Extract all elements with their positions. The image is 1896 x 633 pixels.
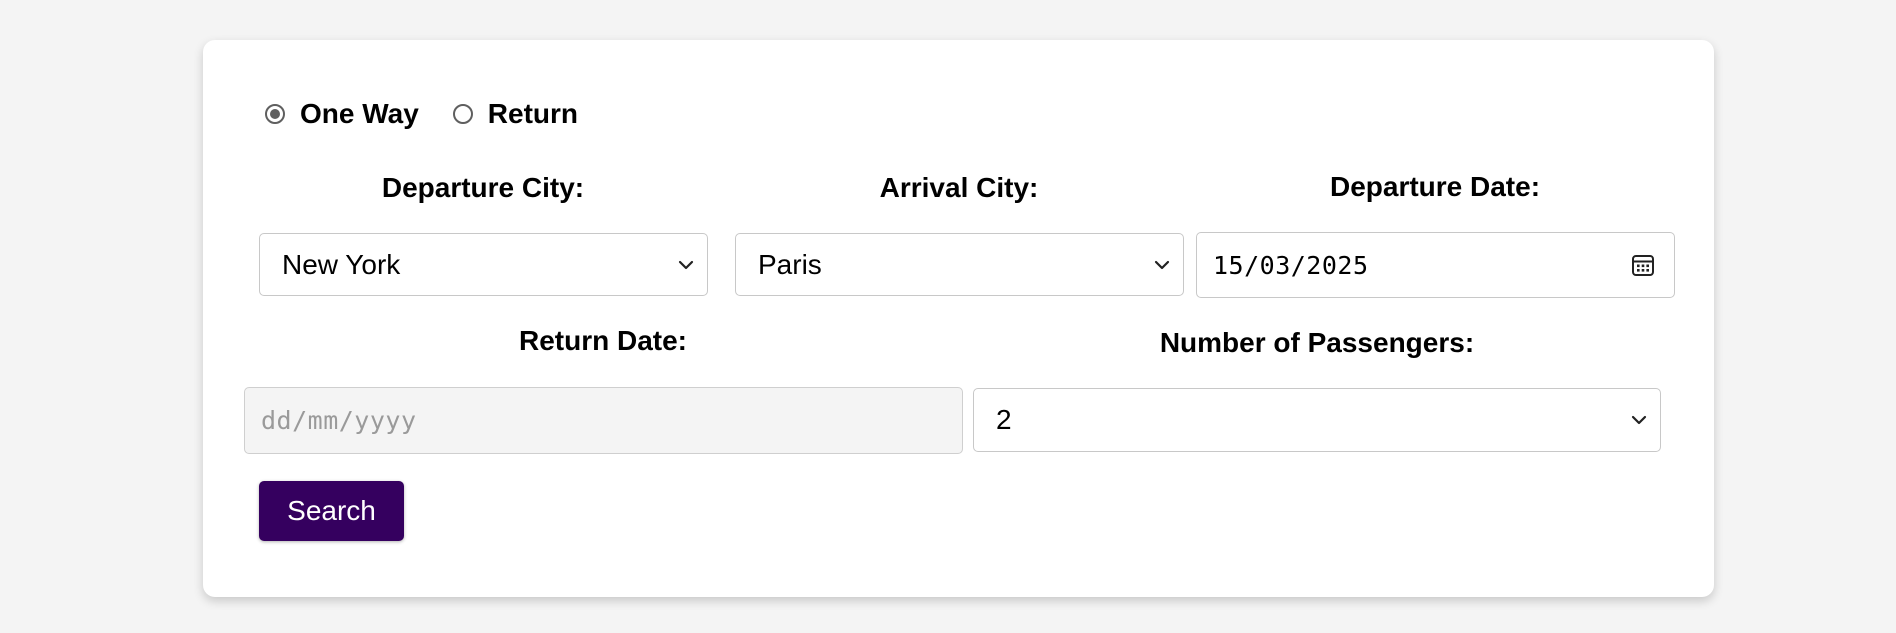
search-button[interactable]: Search	[259, 481, 404, 541]
departure-date-label: Departure Date:	[1329, 171, 1541, 202]
return-radio-option[interactable]: Return	[452, 98, 578, 130]
return-date-input[interactable]: dd/mm/yyyy	[244, 387, 963, 454]
return-label[interactable]: Return	[488, 98, 578, 130]
one-way-radio-option[interactable]: One Way	[265, 98, 419, 130]
return-date-placeholder: dd/mm/yyyy	[261, 406, 417, 435]
passengers-select[interactable]: 2	[973, 388, 1661, 452]
arrival-city-value: Paris	[758, 248, 822, 280]
trip-type-group: One Way Return	[265, 98, 612, 130]
departure-city-value: New York	[282, 248, 401, 280]
departure-date-input[interactable]: 15/03/2025	[1196, 232, 1675, 298]
chevron-down-icon	[1631, 415, 1647, 425]
arrival-city-select[interactable]: Paris	[735, 233, 1184, 296]
calendar-icon[interactable]	[1630, 252, 1656, 278]
arrival-city-label: Arrival City:	[879, 172, 1039, 203]
return-radio[interactable]	[452, 104, 473, 124]
passengers-label: Number of Passengers:	[1159, 327, 1475, 358]
chevron-down-icon	[678, 260, 694, 269]
one-way-radio[interactable]	[265, 104, 285, 124]
departure-city-select[interactable]: New York	[259, 233, 708, 296]
departure-city-label: Departure City:	[381, 172, 585, 203]
one-way-label[interactable]: One Way	[300, 98, 419, 130]
chevron-down-icon	[1154, 260, 1170, 269]
flight-search-card: One Way Return Departure City: Arrival C…	[203, 40, 1714, 597]
departure-date-value: 15/03/2025	[1213, 250, 1369, 280]
return-date-label: Return Date:	[518, 325, 687, 356]
passengers-value: 2	[996, 404, 1012, 435]
